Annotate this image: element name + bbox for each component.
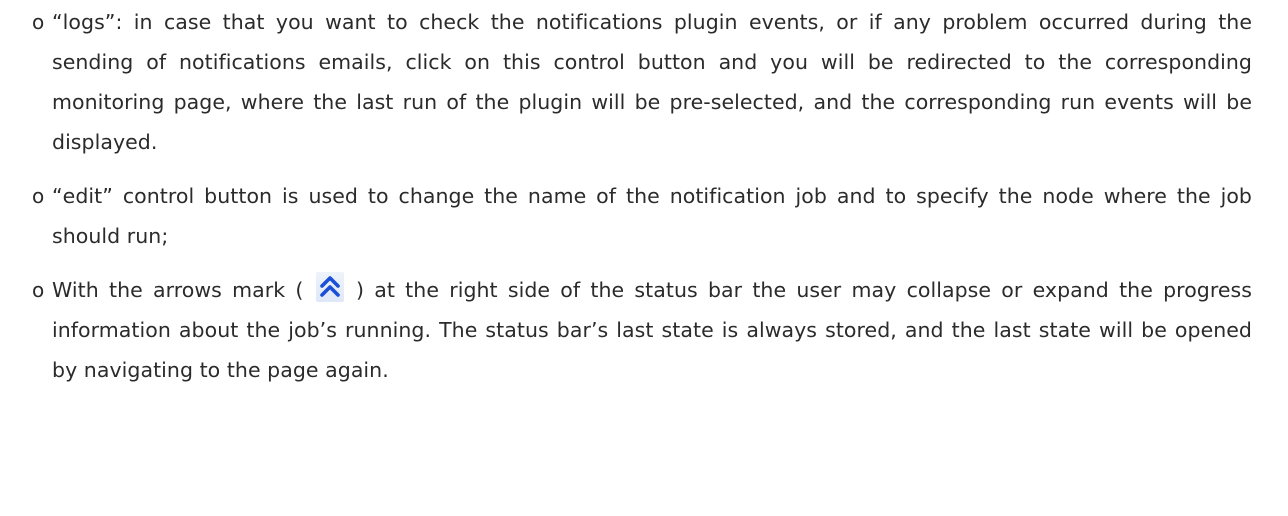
list-item-edit: o “edit” control button is used to chang… [32,176,1288,256]
document-page: o “logs”: in case that you want to check… [0,0,1288,516]
list-item-text: “logs”: in case that you want to check t… [52,10,1252,154]
double-chevron-up-icon [315,272,344,302]
list-item-text-before: With the arrows mark ( [52,278,304,302]
list-item-logs: o “logs”: in case that you want to check… [32,2,1288,162]
bullet-marker: o [32,278,45,302]
bullet-marker: o [32,10,45,34]
list-item-text: “edit” control button is used to change … [52,184,1252,248]
bullet-marker: o [32,184,45,208]
list-item-arrows: o With the arrows mark ( ) at the right … [32,270,1288,390]
